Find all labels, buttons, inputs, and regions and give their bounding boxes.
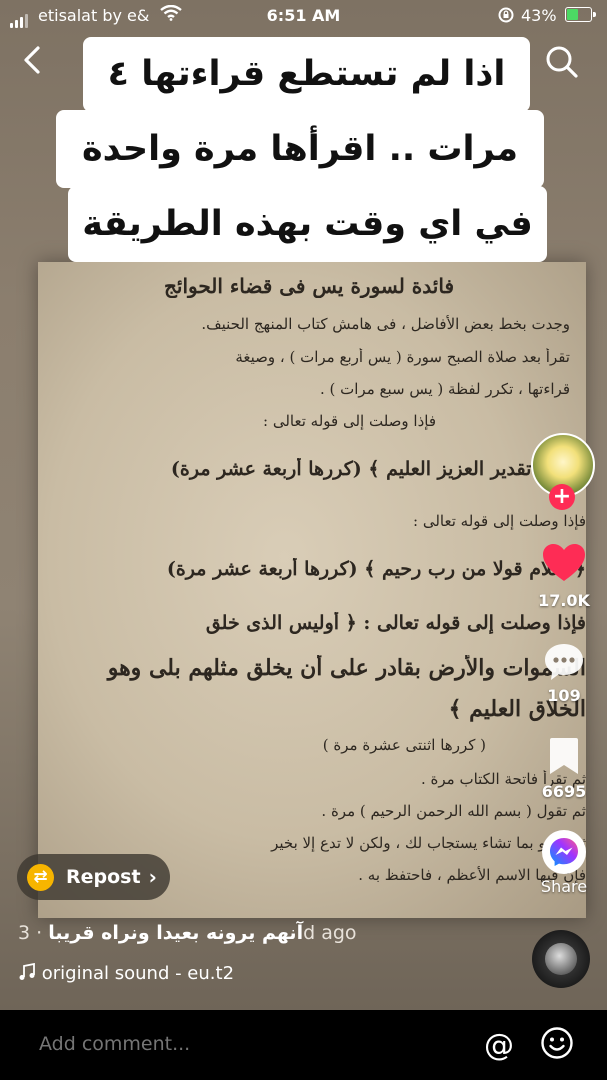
- bookmark-icon: [550, 738, 578, 774]
- clock: 6:51 AM: [266, 6, 341, 25]
- comment-bar: @: [0, 1010, 607, 1080]
- caption-line: مرات .. اقرأها مرة واحدة: [56, 110, 544, 188]
- video-description[interactable]: آنهم يرونه بعيدا ونراه قريبا · 3d ago: [18, 922, 357, 944]
- search-button[interactable]: [545, 45, 579, 83]
- chevron-left-icon: [24, 46, 40, 74]
- caption-line: في اي وقت بهذه الطريقة: [68, 186, 547, 262]
- search-icon: [546, 46, 578, 78]
- save-count: 6695: [541, 782, 587, 801]
- comment-button[interactable]: [535, 642, 593, 686]
- paper-line: ثم تقول ( بسم الله الرحمن الرحيم ) مرة .: [321, 802, 586, 820]
- comment-bubble-icon: [545, 644, 583, 680]
- sound-disc[interactable]: [532, 930, 590, 988]
- paper-line: تقرأ بعد صلاة الصبح سورة ( يس أربع مرات …: [235, 348, 570, 366]
- paper-line: ( كررها اثنتى عشرة مرة ): [322, 736, 486, 754]
- paper-line: ﴿ سلام قولا من رب رحيم ﴾ (كررها أربعة عش…: [166, 558, 586, 580]
- battery-icon: [565, 7, 596, 22]
- paper-line: ﴿ ذلك تقدير العزيز العليم ﴾ (كررها أربعة…: [170, 458, 586, 480]
- paper-line: فإن فيها الاسم الأعظم ، فاحتفظ به .: [358, 866, 586, 884]
- emoji-icon[interactable]: [540, 1026, 574, 1064]
- paper-line: وجدت بخط بعض الأفاضل ، فى هامش كتاب المن…: [201, 315, 570, 333]
- heart-icon: [543, 544, 585, 581]
- share-button[interactable]: [535, 829, 593, 879]
- paper-line: فإذا وصلت إلى قوله تعالى :: [263, 412, 436, 430]
- paper-line: فإذا وصلت إلى قوله تعالى :: [413, 512, 586, 530]
- share-label: Share: [540, 877, 588, 896]
- repost-icon: ⇄: [27, 863, 54, 891]
- status-bar: etisalat by e& 6:51 AM 43%: [0, 0, 607, 32]
- paper-line: فإذا وصلت إلى قوله تعالى : ﴿ أوليس الذى …: [205, 612, 586, 634]
- paper-line: قراءتها ، تكرر لفظة ( يس سبع مرات ) .: [319, 380, 570, 398]
- save-button[interactable]: [535, 736, 593, 780]
- back-button[interactable]: [22, 44, 42, 84]
- rotation-lock-icon: [497, 6, 515, 28]
- at-icon[interactable]: @: [484, 1028, 514, 1063]
- description-text: آنهم يرونه بعيدا ونراه قريبا: [48, 922, 304, 944]
- paper-title: فائدة لسورة يس فى قضاء الحوائج: [163, 274, 455, 298]
- chevron-right-icon: ›: [148, 865, 157, 889]
- repost-button[interactable]: ⇄ Repost ›: [17, 854, 170, 900]
- sound-name: original sound - eu.t2: [41, 963, 235, 984]
- battery-percent: 43%: [521, 6, 557, 25]
- sound-link[interactable]: original sound - eu.t2: [18, 962, 235, 984]
- like-count: 17.0K: [538, 591, 590, 610]
- follow-button[interactable]: +: [549, 484, 575, 510]
- repost-label: Repost: [66, 866, 141, 888]
- comment-input[interactable]: [37, 1032, 471, 1056]
- paper-line: ثم تدعو بما تشاء يستجاب لك ، ولكن لا تدع…: [271, 834, 586, 852]
- like-button[interactable]: [535, 543, 593, 587]
- comment-count: 109: [547, 686, 581, 705]
- music-note-icon: [19, 962, 35, 980]
- paper-photo: فائدة لسورة يس فى قضاء الحوائج وجدت بخط …: [38, 262, 586, 918]
- caption-line: اذا لم تستطع قراءتها ٤: [83, 37, 530, 112]
- messenger-icon: [542, 830, 586, 874]
- paper-line: السموات والأرض بقادر على أن يخلق مثلهم ب…: [107, 655, 586, 681]
